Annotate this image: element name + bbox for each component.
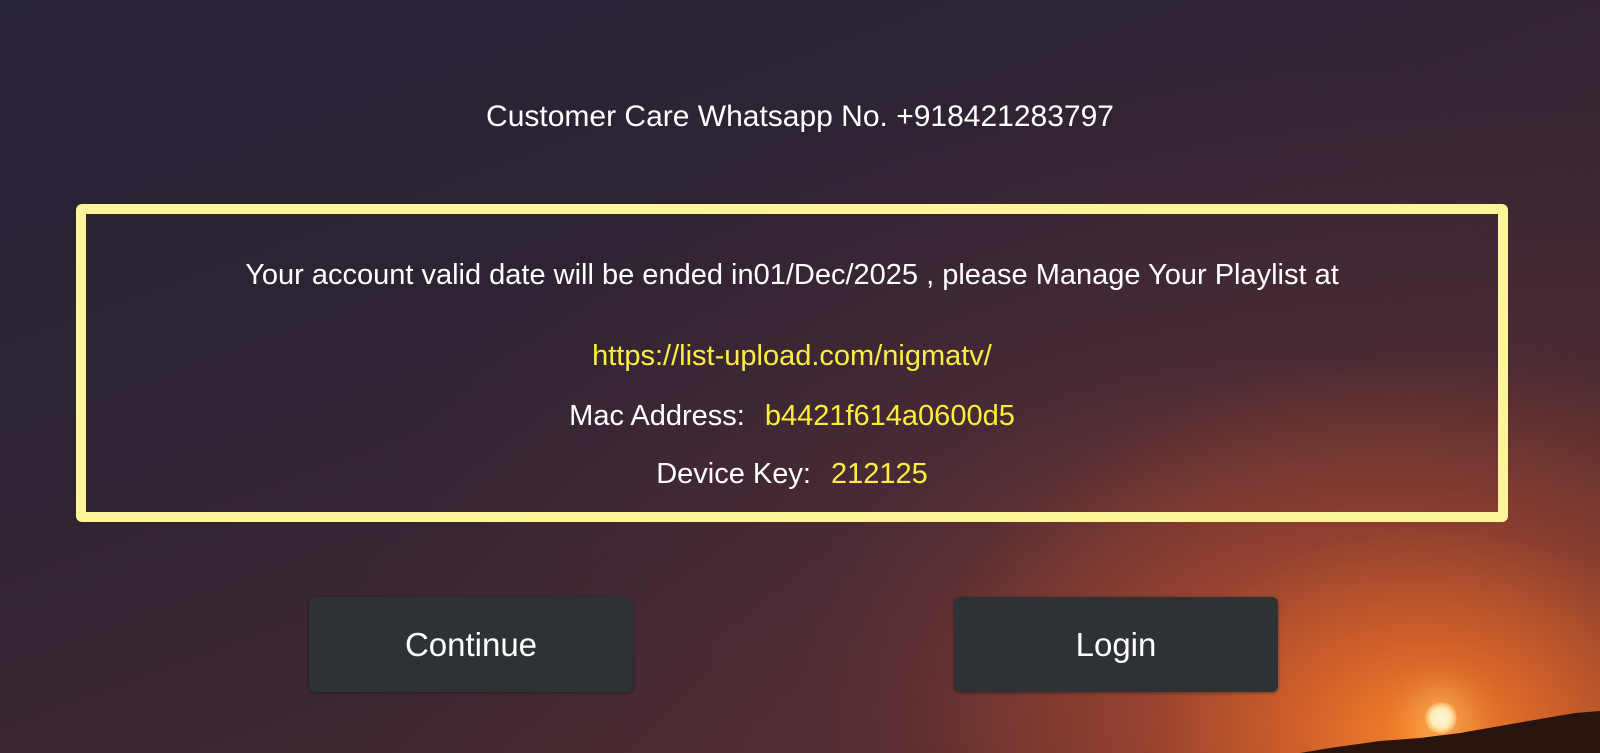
mac-address-label: Mac Address: bbox=[569, 400, 745, 432]
login-button[interactable]: Login bbox=[954, 597, 1278, 692]
device-key-label: Device Key: bbox=[656, 458, 811, 490]
customer-care-text: Customer Care Whatsapp No. +918421283797 bbox=[486, 100, 1114, 133]
mac-address-row: Mac Address: b4421f614a0600d5 bbox=[86, 399, 1498, 433]
account-info-box: Your account valid date will be ended in… bbox=[76, 204, 1508, 522]
horizon-hills bbox=[1300, 711, 1600, 753]
playlist-url-link[interactable]: https://list-upload.com/nigmatv/ bbox=[86, 339, 1498, 373]
device-key-value: 212125 bbox=[830, 458, 928, 490]
mac-address-value: b4421f614a0600d5 bbox=[764, 400, 1015, 432]
device-key-row: Device Key: 212125 bbox=[86, 457, 1498, 491]
continue-button[interactable]: Continue bbox=[309, 597, 633, 692]
account-validity-message: Your account valid date will be ended in… bbox=[245, 259, 1339, 291]
